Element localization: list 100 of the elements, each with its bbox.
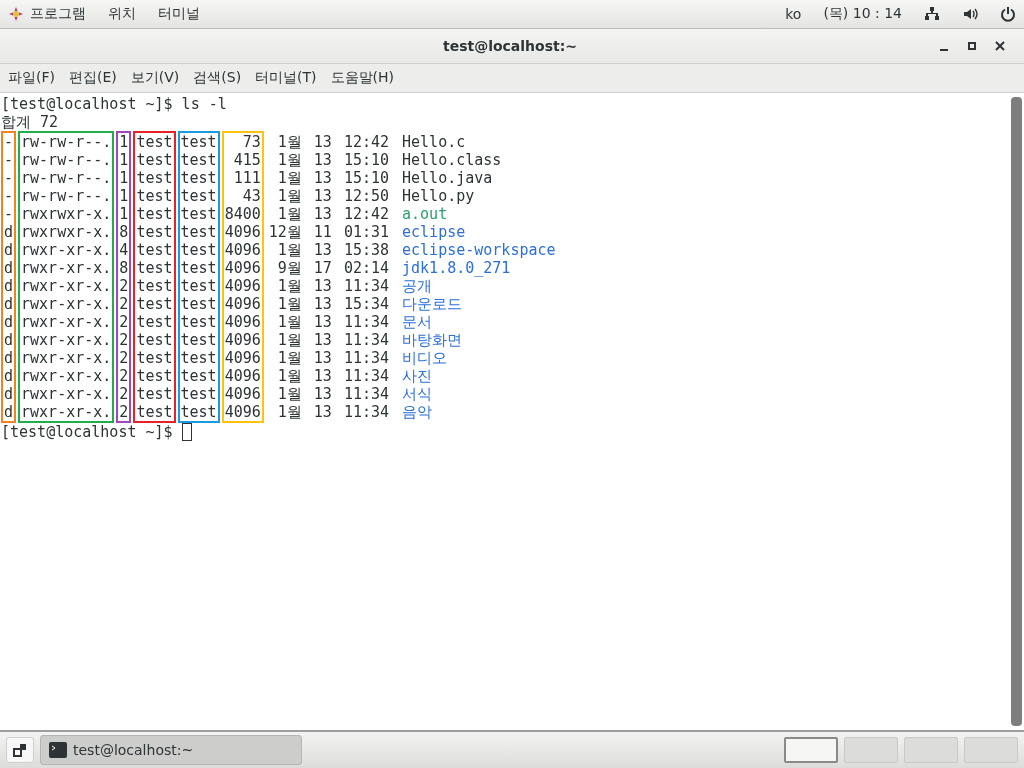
- workspace-switcher[interactable]: [844, 737, 898, 763]
- listing-field: 13: [313, 133, 332, 151]
- listing-field: d: [4, 241, 14, 259]
- listing-field: 1월: [268, 313, 302, 331]
- applications-menu[interactable]: 프로그램: [30, 5, 86, 23]
- app-menu[interactable]: 터미널: [158, 5, 200, 23]
- listing-field: 4096: [224, 367, 261, 385]
- listing-field: 11: [313, 223, 332, 241]
- window-title: test@localhost:~: [441, 38, 579, 54]
- listing-field: d: [4, 349, 14, 367]
- listing-field: 01:31: [343, 223, 390, 241]
- file-name: Hello.py: [402, 187, 476, 205]
- listing-field: test: [136, 259, 173, 277]
- listing-field: rwxr-xr-x.: [21, 349, 112, 367]
- listing-field: 11:34: [343, 331, 390, 349]
- maximize-icon: [967, 41, 977, 51]
- listing-field: test: [136, 241, 173, 259]
- workspace-switcher[interactable]: [904, 737, 958, 763]
- listing-field: 9월: [268, 259, 302, 277]
- listing-field: test: [136, 169, 173, 187]
- listing-field: test: [136, 331, 173, 349]
- listing-field: 1월: [268, 169, 302, 187]
- listing-field: d: [4, 277, 14, 295]
- listing-field: rwxrwxr-x.: [21, 205, 112, 223]
- listing-field: 4096: [224, 259, 261, 277]
- show-desktop-button[interactable]: [6, 737, 34, 763]
- listing-field: 1: [119, 187, 129, 205]
- listing-field: 11:34: [343, 403, 390, 421]
- listing-field: -: [4, 169, 14, 187]
- listing-field: test: [136, 277, 173, 295]
- menu-item[interactable]: 검색(S): [187, 67, 248, 89]
- listing-field: 1월: [268, 205, 302, 223]
- listing-field: 13: [313, 367, 332, 385]
- listing-field: 1월: [268, 133, 302, 151]
- listing-field: 11:34: [343, 313, 390, 331]
- listing-field: rwxr-xr-x.: [21, 403, 112, 421]
- listing-field: test: [180, 349, 217, 367]
- listing-field: 4096: [224, 385, 261, 403]
- listing-field: 1월: [268, 277, 302, 295]
- listing-field: test: [136, 367, 173, 385]
- power-icon[interactable]: [1000, 6, 1016, 22]
- listing-field: test: [180, 367, 217, 385]
- listing-field: 2: [119, 385, 129, 403]
- network-icon[interactable]: [924, 6, 940, 22]
- listing-field: 2: [119, 295, 129, 313]
- listing-field: 4096: [224, 349, 261, 367]
- listing-field: 1월: [268, 385, 302, 403]
- listing-field: 415: [224, 151, 261, 169]
- listing-field: 1: [119, 205, 129, 223]
- listing-field: -: [4, 133, 14, 151]
- listing-field: 11:34: [343, 367, 390, 385]
- listing-field: 2: [119, 367, 129, 385]
- listing-field: 15:34: [343, 295, 390, 313]
- listing-field: rwxrwxr-x.: [21, 223, 112, 241]
- listing-field: d: [4, 331, 14, 349]
- listing-field: test: [180, 169, 217, 187]
- listing-field: 12:50: [343, 187, 390, 205]
- listing-field: 11:34: [343, 277, 390, 295]
- minimize-icon: [940, 49, 948, 51]
- listing-field: rwxr-xr-x.: [21, 259, 112, 277]
- taskbar-window-button[interactable]: test@localhost:~: [40, 735, 302, 765]
- file-name: 문서: [402, 313, 434, 331]
- workspace-switcher[interactable]: [964, 737, 1018, 763]
- listing-field: 4096: [224, 295, 261, 313]
- listing-field: test: [180, 295, 217, 313]
- listing-field: -: [4, 205, 14, 223]
- listing-field: test: [180, 205, 217, 223]
- listing-field: 1월: [268, 241, 302, 259]
- menu-item[interactable]: 편집(E): [63, 67, 123, 89]
- listing-field: test: [180, 385, 217, 403]
- listing-field: 15:10: [343, 151, 390, 169]
- clock[interactable]: (목) 10 : 14: [823, 5, 902, 23]
- listing-field: 1월: [268, 187, 302, 205]
- listing-field: d: [4, 367, 14, 385]
- terminal-line: [test@localhost ~]$ ls -l: [1, 95, 228, 113]
- file-name: 서식: [402, 385, 434, 403]
- listing-field: 1: [119, 133, 129, 151]
- listing-field: rwxr-xr-x.: [21, 367, 112, 385]
- listing-field: d: [4, 313, 14, 331]
- listing-field: test: [136, 133, 173, 151]
- show-desktop-icon: [13, 743, 27, 757]
- menu-item[interactable]: 터미널(T): [249, 67, 323, 89]
- terminal-line: 합계 72: [1, 113, 60, 131]
- listing-field: 4096: [224, 277, 261, 295]
- menu-item[interactable]: 도움말(H): [324, 67, 401, 89]
- listing-field: test: [180, 259, 217, 277]
- listing-field: 13: [313, 295, 332, 313]
- input-language[interactable]: ko: [785, 6, 802, 22]
- menu-item[interactable]: 파일(F): [2, 67, 61, 89]
- workspace-switcher[interactable]: [784, 737, 838, 763]
- menu-item[interactable]: 보기(V): [124, 67, 186, 89]
- listing-field: test: [136, 295, 173, 313]
- listing-field: 4096: [224, 331, 261, 349]
- volume-icon[interactable]: [962, 6, 978, 22]
- listing-field: 1월: [268, 367, 302, 385]
- listing-field: test: [180, 223, 217, 241]
- scrollbar-thumb[interactable]: [1011, 97, 1022, 726]
- listing-field: 8400: [224, 205, 261, 223]
- listing-field: test: [180, 187, 217, 205]
- places-menu[interactable]: 위치: [108, 5, 136, 23]
